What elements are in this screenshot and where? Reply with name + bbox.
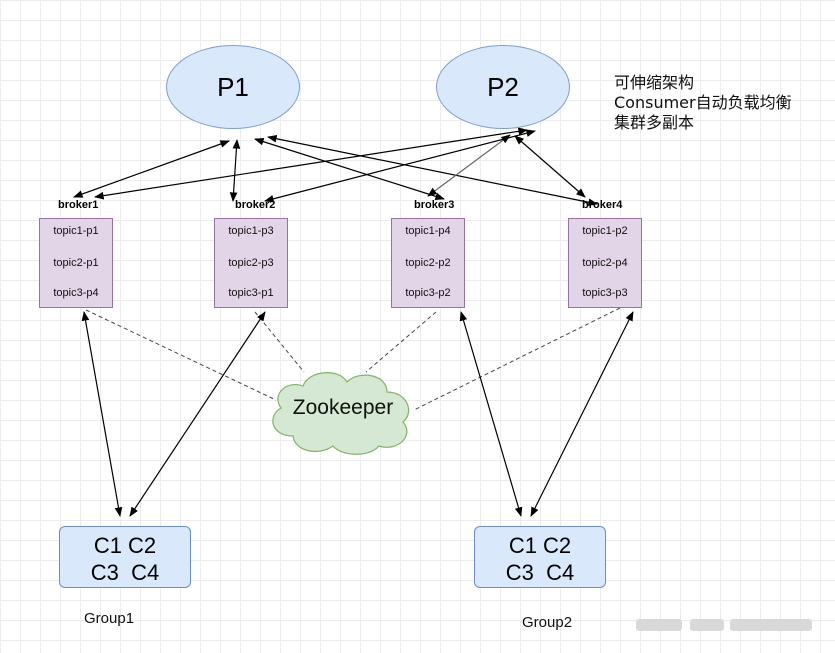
partition: topic2-p2 [405, 257, 451, 269]
producer-p1-label: P1 [217, 71, 249, 102]
producer-p2-label: P2 [487, 71, 519, 102]
partition: topic3-p4 [53, 287, 99, 299]
group-2-label: Group2 [522, 614, 573, 631]
edge-broker4-group2 [530, 311, 634, 517]
broker-4: topic1-p2 topic2-p4 topic3-p3 [568, 218, 642, 308]
zookeeper-label: Zookeeper [292, 396, 394, 419]
partition: topic1-p2 [582, 225, 628, 237]
partition: topic2-p1 [53, 257, 99, 269]
partition: topic2-p4 [582, 257, 628, 269]
partition: topic3-p2 [405, 287, 451, 299]
consumer-row: C1 C2 [93, 533, 157, 558]
edge-p2-broker3 [427, 134, 511, 197]
consumer-row: C3 C4 [90, 560, 160, 585]
broker-label: broker4 [582, 199, 623, 211]
broker-label: broker3 [414, 199, 455, 211]
note-line: 集群多副本 [614, 113, 695, 132]
note-line: Consumer自动负载均衡 [614, 93, 792, 112]
consumer-group-2: C1 C2 C3 C4 [474, 526, 606, 588]
partition: topic1-p3 [228, 225, 274, 237]
broker-1: topic1-p1 topic2-p1 topic3-p4 [39, 218, 113, 308]
edge-p1-broker4 [267, 134, 598, 207]
note-line: 可伸缩架构 [614, 73, 695, 92]
zk-link-broker2 [254, 311, 305, 373]
edge-broker2-group1 [129, 311, 266, 517]
broker-label: broker2 [235, 199, 276, 211]
zk-link-broker4 [413, 307, 621, 411]
edge-p1-broker3 [254, 137, 445, 201]
partition: topic3-p3 [582, 287, 628, 299]
edge-p2-broker4 [514, 135, 586, 198]
broker-3: topic1-p4 topic2-p2 topic3-p2 [391, 218, 465, 308]
edge-broker1-group1 [81, 311, 123, 517]
edge-p1-broker2 [229, 139, 241, 202]
partition: topic3-p1 [228, 287, 274, 299]
partition: topic1-p4 [405, 225, 451, 237]
partition: topic2-p3 [228, 257, 274, 269]
zk-link-broker3 [365, 311, 437, 373]
edge-p2-broker2 [264, 129, 536, 203]
consumer-group-1: C1 C2 C3 C4 [59, 526, 191, 588]
feature-notes: 可伸缩架构 Consumer自动负载均衡 集群多副本 [614, 73, 792, 133]
edge-broker3-group2 [459, 311, 523, 517]
producer-p2: P2 [436, 45, 570, 129]
producer-links [73, 127, 598, 207]
broker-label: broker1 [58, 199, 99, 211]
partition: topic1-p1 [53, 225, 99, 237]
watermark-blur [730, 619, 812, 631]
zk-link-broker1 [85, 309, 277, 401]
watermark-blur [636, 619, 682, 631]
consumer-row: C1 C2 [508, 533, 572, 558]
watermark-blur [690, 619, 724, 631]
edge-p2-broker1 [94, 127, 528, 200]
group-1-label: Group1 [84, 610, 135, 627]
producer-p1: P1 [166, 45, 300, 129]
consumer-row: C3 C4 [505, 560, 575, 585]
broker-2: topic1-p3 topic2-p3 topic3-p1 [214, 218, 288, 308]
